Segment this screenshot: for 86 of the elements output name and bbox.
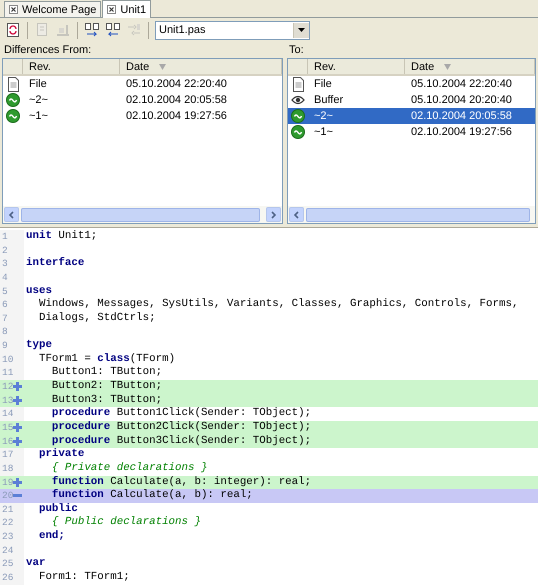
line-number: 2 [2, 244, 8, 258]
code-line: type [25, 339, 53, 353]
plus-icon [13, 423, 22, 432]
line-number: 10 [2, 352, 14, 366]
column-header[interactable]: Rev. [308, 59, 405, 74]
plus-icon [13, 396, 22, 405]
code-line: Dialogs, StdCtrls; [38, 312, 157, 326]
tab[interactable]: Welcome Page [4, 1, 102, 17]
revision-icon [291, 109, 305, 123]
line-number: 6 [2, 298, 8, 312]
code-line: { Private declarations } [50, 462, 208, 476]
revision-row[interactable]: File 05.10.2004 22:20:40 [3, 76, 282, 92]
code-line: unit Unit1; [25, 230, 98, 244]
revision-row[interactable]: ~1~ 02.10.2004 19:27:56 [3, 108, 282, 124]
line-number: 25 [2, 557, 14, 572]
pane-label: To: [288, 43, 305, 58]
scroll-left-button[interactable] [289, 207, 304, 222]
line-number: 5 [2, 284, 8, 298]
column-header[interactable]: Date [405, 59, 535, 74]
line-number: 20 [2, 489, 14, 503]
line-number: 1 [2, 230, 8, 244]
plus-icon [13, 478, 22, 487]
line-number: 19 [2, 476, 14, 490]
scroll-left-button[interactable] [4, 207, 19, 222]
code-line: TForm1 = class(TForm) [38, 352, 176, 366]
code-line: uses [25, 284, 53, 298]
code-line: procedure Button1Click(Sender: TObject); [50, 407, 312, 421]
plus-icon [13, 382, 22, 392]
line-number: 8 [2, 325, 8, 340]
file-icon [6, 76, 20, 92]
merge-icon [55, 22, 71, 38]
code-line: Windows, Messages, SysUtils, Variants, Classes, Graphics, Controls, Forms, [38, 298, 520, 312]
previous-difference-icon [105, 22, 121, 38]
dropdown-arrow-icon [298, 28, 305, 32]
code-line: { Public declarations } [50, 516, 202, 530]
line-number: 16 [2, 434, 14, 448]
code-line: end; [38, 530, 66, 544]
line-number: 23 [2, 530, 14, 544]
code-line: Form1: TForm1; [38, 571, 131, 585]
scroll-thumb[interactable] [306, 208, 530, 222]
file-dropdown[interactable]: Unit1.pas [155, 20, 310, 40]
line-number: 13 [2, 394, 14, 408]
line-number: 14 [2, 407, 14, 421]
file-icon [291, 76, 305, 92]
line-number: 4 [2, 270, 8, 285]
close-icon [9, 5, 18, 14]
next-difference-icon [84, 22, 100, 38]
line-number: 24 [2, 544, 14, 558]
column-header[interactable]: Rev. [23, 59, 120, 74]
eye-icon [291, 93, 305, 107]
code-line: private [38, 448, 86, 462]
document-icon [34, 22, 50, 38]
revision-icon [6, 109, 20, 123]
revision-row[interactable]: ~1~ 02.10.2004 19:27:56 [288, 124, 535, 140]
pane-label: Differences From: [3, 43, 92, 58]
code-line: public [38, 502, 79, 516]
close-icon [107, 5, 116, 14]
line-number: 11 [2, 366, 14, 380]
sort-arrow-icon [159, 64, 166, 70]
line-number: 15 [2, 420, 14, 435]
code-line: interface [25, 257, 86, 271]
line-number: 9 [2, 339, 8, 353]
code-line: Button1: TButton; [50, 366, 164, 380]
revision-row[interactable]: ~2~ 02.10.2004 20:05:58 [288, 108, 535, 124]
scroll-thumb[interactable] [21, 208, 260, 222]
tab[interactable]: Unit1 [102, 0, 152, 18]
line-number: 26 [2, 571, 14, 585]
line-number: 18 [2, 462, 14, 476]
revision-row[interactable]: ~2~ 02.10.2004 20:05:58 [3, 92, 282, 108]
line-number: 22 [2, 516, 14, 530]
scroll-right-button[interactable] [266, 207, 281, 222]
line-number: 12 [2, 380, 14, 394]
revision-icon [291, 125, 305, 139]
revision-icon [6, 93, 20, 107]
code-line: var [25, 557, 46, 572]
sort-arrow-icon [444, 64, 452, 70]
line-number: 21 [2, 502, 14, 516]
revision-row[interactable]: File 05.10.2004 22:20:40 [288, 76, 535, 92]
sync-icon [126, 22, 142, 38]
line-number: 3 [2, 257, 8, 271]
refresh-icon [5, 22, 21, 38]
plus-icon [13, 436, 22, 446]
column-header[interactable]: Date [120, 59, 282, 74]
line-number: 7 [2, 312, 8, 326]
revision-row[interactable]: Buffer 05.10.2004 20:20:40 [288, 92, 535, 108]
line-number: 17 [2, 448, 14, 462]
